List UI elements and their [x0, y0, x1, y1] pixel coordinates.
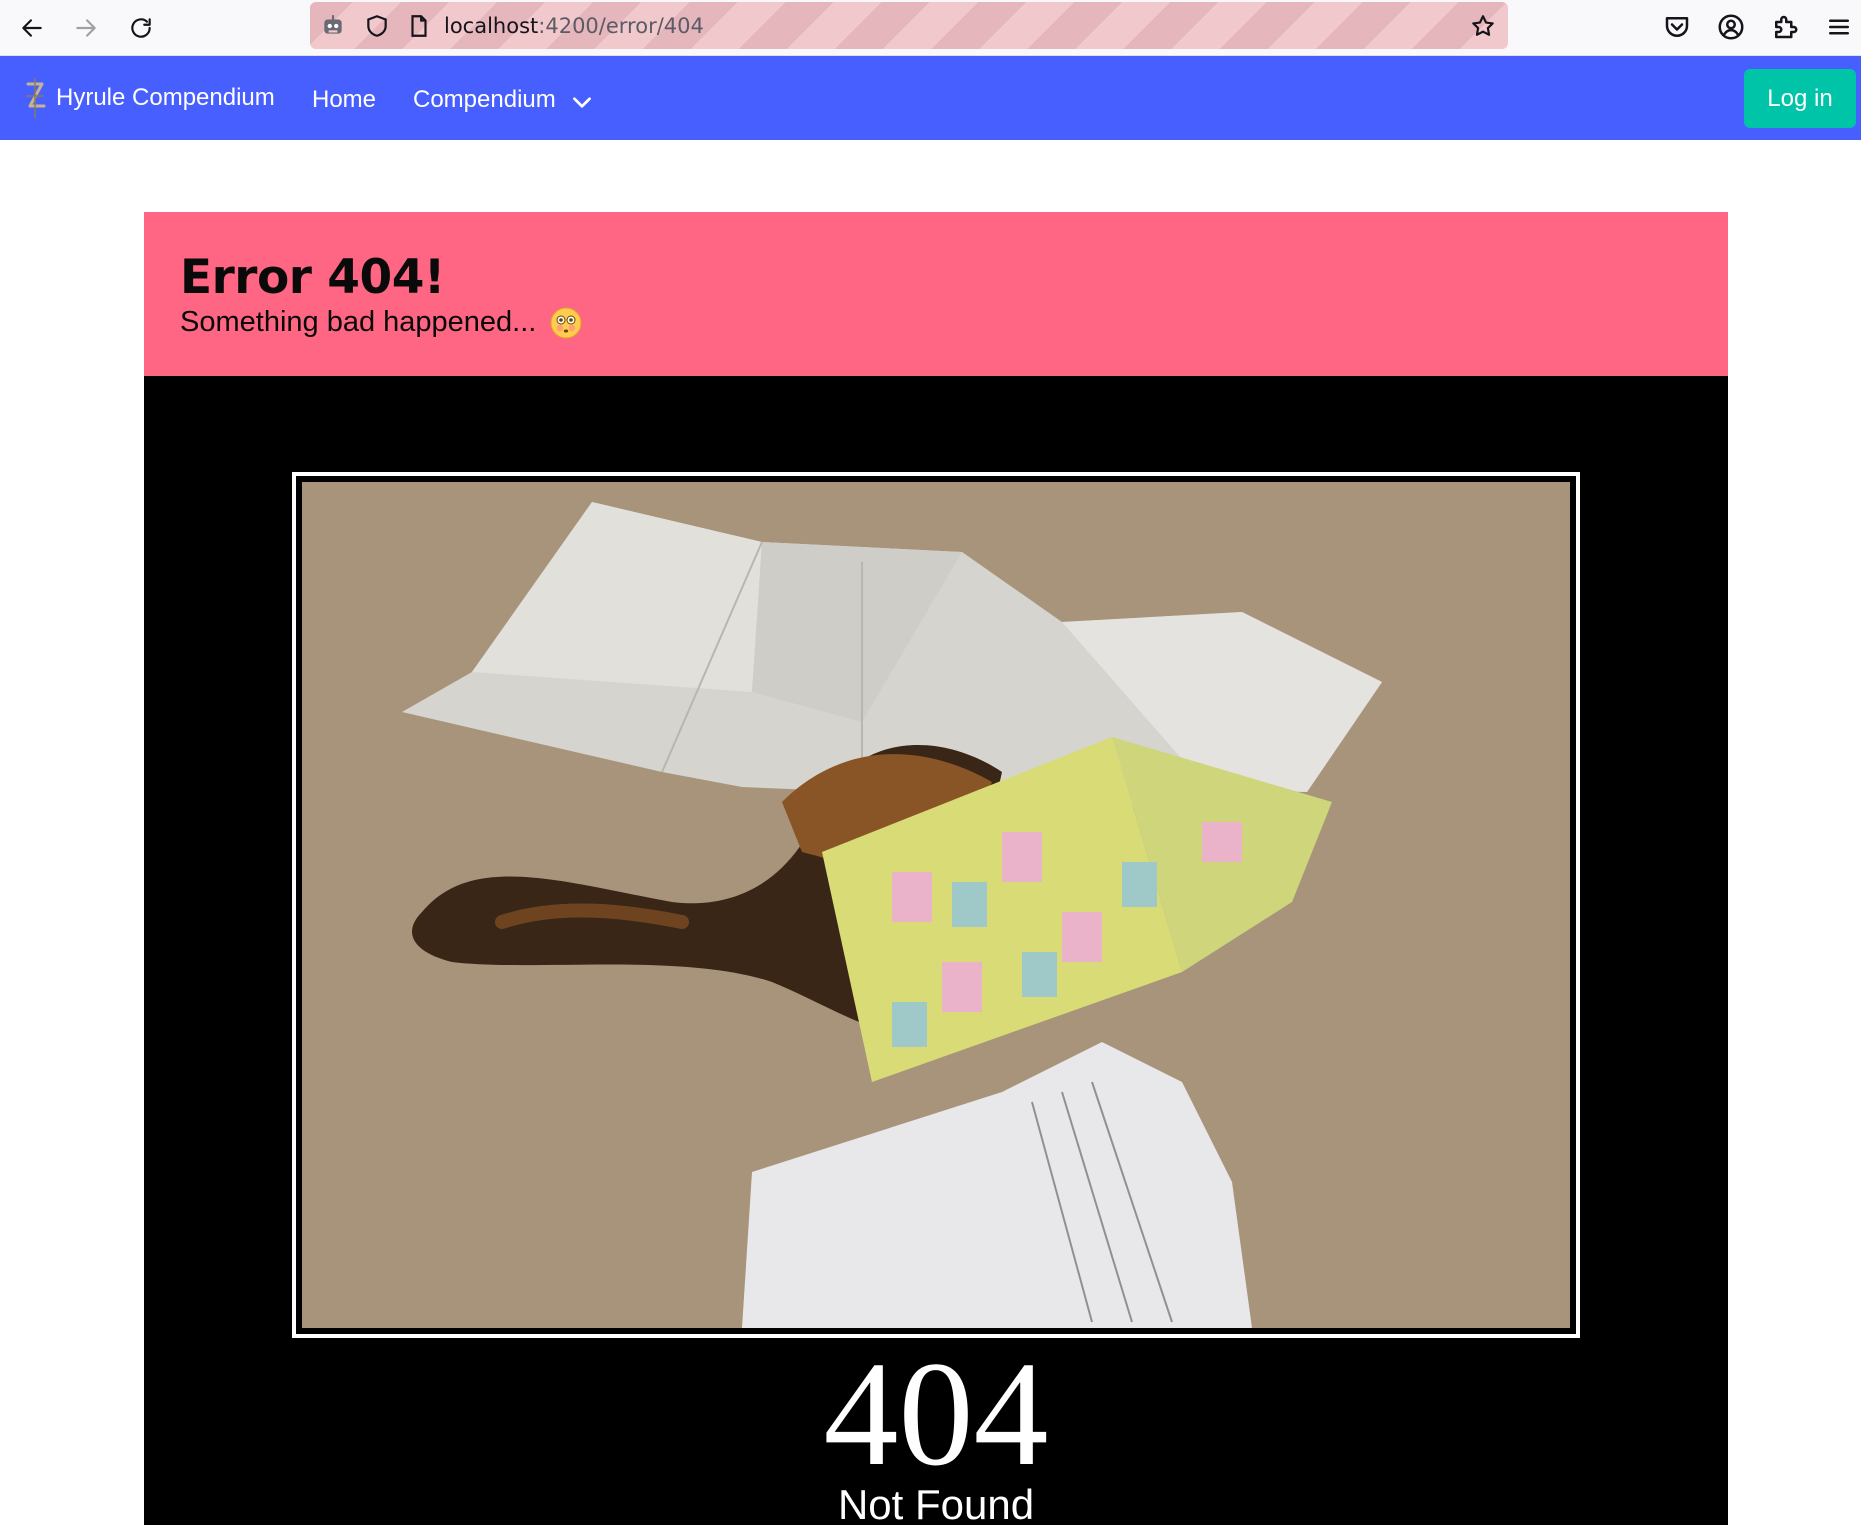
- photo-frame: [292, 472, 1580, 1338]
- login-button[interactable]: Log in: [1744, 69, 1856, 128]
- reload-button[interactable]: [121, 8, 161, 48]
- url-host: localhost: [444, 14, 539, 38]
- extensions-icon[interactable]: [1770, 12, 1800, 42]
- error-subtitle: Something bad happened...: [180, 306, 537, 338]
- poster-404-number: 404: [823, 1331, 1049, 1497]
- browser-toolbar: localhost:4200/error/404: [0, 0, 1861, 56]
- error-subtitle-row: Something bad happened...: [180, 306, 582, 339]
- flushed-face-emoji-icon: [550, 307, 582, 338]
- brand-link[interactable]: Hyrule Compendium: [22, 76, 275, 120]
- reload-icon: [131, 18, 151, 38]
- back-button[interactable]: [12, 8, 52, 48]
- forward-arrow-icon: [76, 19, 96, 37]
- error-banner: Error 404! Something bad happened...: [144, 212, 1728, 376]
- chevron-down-icon[interactable]: [569, 89, 595, 115]
- account-icon[interactable]: [1716, 12, 1746, 42]
- zelda-logo-icon: [26, 78, 46, 118]
- bookmark-star-icon[interactable]: [1470, 13, 1496, 39]
- pocket-icon[interactable]: [1662, 12, 1692, 42]
- shield-icon[interactable]: [364, 13, 390, 39]
- error-title: Error 404!: [180, 250, 445, 305]
- error-image-panel: 404 Not Found: [144, 376, 1728, 1528]
- page-icon[interactable]: [406, 13, 432, 39]
- menu-icon[interactable]: [1824, 12, 1854, 42]
- address-bar[interactable]: localhost:4200/error/404: [310, 2, 1508, 49]
- forward-button[interactable]: [66, 8, 106, 48]
- brand-name: Hyrule Compendium: [56, 84, 275, 111]
- url-text[interactable]: localhost:4200/error/404: [444, 14, 704, 38]
- robot-icon: [324, 15, 342, 34]
- cat-under-paper-photo: [302, 482, 1570, 1328]
- url-path: :4200/error/404: [538, 14, 704, 38]
- nav-link-compendium[interactable]: Compendium: [413, 86, 556, 114]
- nav-link-home[interactable]: Home: [312, 86, 376, 114]
- site-navbar: Hyrule Compendium Home Compendium Log in: [0, 56, 1861, 140]
- poster-caption: Not Found: [837, 1481, 1035, 1528]
- back-arrow-icon: [22, 19, 42, 37]
